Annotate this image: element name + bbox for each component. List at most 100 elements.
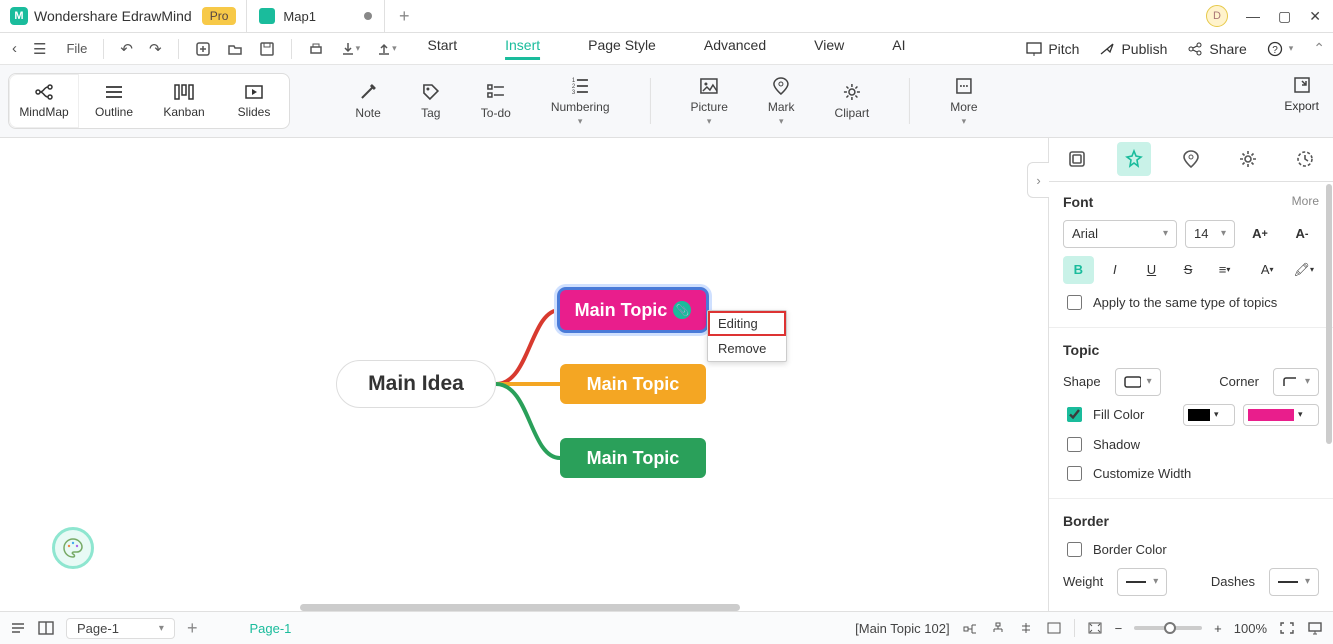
tool-note[interactable]: Note — [355, 82, 380, 120]
underline-button[interactable]: U — [1136, 256, 1167, 284]
outline-icon — [103, 83, 125, 101]
custom-width-checkbox[interactable]: Customize Width — [1063, 463, 1319, 484]
tab-document[interactable]: Map1 — [246, 0, 385, 32]
file-menu[interactable]: File — [62, 41, 91, 56]
shape-select[interactable]: ▾ — [1115, 368, 1161, 396]
fill-color-picker[interactable]: ▾ — [1243, 404, 1319, 426]
panel-tab-history[interactable] — [1288, 142, 1322, 176]
border-color-checkbox[interactable]: Border Color — [1063, 539, 1319, 560]
menu-page-style[interactable]: Page Style — [588, 37, 656, 60]
zoom-in-button[interactable]: + — [1214, 621, 1222, 636]
font-size-select[interactable]: 14▾ — [1185, 220, 1235, 248]
save-button[interactable] — [255, 41, 279, 57]
node-main-idea[interactable]: Main Idea — [336, 360, 496, 408]
collapse-ribbon-button[interactable]: ⌃ — [1313, 40, 1325, 57]
panel-collapse-button[interactable]: › — [1027, 162, 1049, 198]
pitch-button[interactable]: Pitch — [1026, 41, 1079, 57]
layout-2-icon[interactable] — [990, 621, 1006, 635]
page-tab[interactable]: Page-1 — [249, 621, 291, 636]
panel-tab-icon[interactable] — [1174, 142, 1208, 176]
print-button[interactable] — [304, 41, 328, 57]
publish-button[interactable]: Publish — [1099, 41, 1167, 57]
view-kanban[interactable]: Kanban — [149, 74, 219, 128]
font-family-select[interactable]: Arial▾ — [1063, 220, 1177, 248]
shadow-checkbox[interactable]: Shadow — [1063, 434, 1319, 455]
tool-mark[interactable]: Mark▾ — [768, 76, 795, 127]
menu-insert[interactable]: Insert — [505, 37, 540, 60]
theme-palette-button[interactable] — [52, 527, 94, 569]
align-button[interactable]: ≡ ▾ — [1209, 256, 1240, 284]
layout-1-icon[interactable] — [962, 621, 978, 635]
redo-button[interactable]: ↷ — [145, 40, 166, 58]
fullscreen-icon[interactable] — [1279, 621, 1295, 635]
tool-tag[interactable]: Tag — [421, 82, 441, 120]
outline-color-picker[interactable]: ▾ — [1183, 404, 1235, 426]
tool-picture[interactable]: Picture▾ — [691, 76, 728, 127]
view-outline[interactable]: Outline — [79, 74, 149, 128]
node-topic-2[interactable]: Main Topic — [560, 364, 706, 404]
fit-screen-icon[interactable] — [1087, 621, 1103, 635]
user-avatar[interactable]: D — [1206, 5, 1228, 27]
split-view-icon[interactable] — [38, 621, 54, 635]
presentation-icon[interactable] — [1307, 621, 1323, 635]
tool-todo[interactable]: To-do — [481, 82, 511, 120]
font-more-link[interactable]: More — [1292, 194, 1319, 210]
back-button[interactable]: ‹ — [8, 40, 21, 57]
panel-tab-ai[interactable] — [1117, 142, 1151, 176]
outline-toggle-icon[interactable] — [10, 621, 26, 635]
menu-view[interactable]: View — [814, 37, 844, 60]
highlight-button[interactable]: 🖍▾ — [1288, 256, 1319, 284]
export-dropdown[interactable]: ▾ — [336, 41, 365, 57]
menu-start[interactable]: Start — [428, 37, 458, 60]
view-mindmap[interactable]: MindMap — [9, 74, 79, 128]
new-tab-button[interactable]: + — [385, 6, 424, 27]
attachment-icon[interactable]: 📎 — [673, 301, 691, 319]
panel-tab-style[interactable] — [1060, 142, 1094, 176]
node-topic-3[interactable]: Main Topic — [560, 438, 706, 478]
strikethrough-button[interactable]: S — [1173, 256, 1204, 284]
apply-same-type-checkbox[interactable]: Apply to the same type of topics — [1063, 292, 1319, 313]
horizontal-scrollbar[interactable] — [300, 604, 740, 611]
add-page-button[interactable]: + — [187, 618, 198, 639]
weight-select[interactable]: ▾ — [1117, 568, 1167, 596]
tool-more[interactable]: More▾ — [950, 76, 977, 127]
panel-scrollbar[interactable] — [1326, 184, 1332, 444]
font-decrease-button[interactable]: A- — [1285, 220, 1319, 248]
export-button[interactable]: Export — [1284, 75, 1319, 113]
font-increase-button[interactable]: A+ — [1243, 220, 1277, 248]
hamburger-icon[interactable]: ☰ — [29, 40, 50, 58]
new-button[interactable] — [191, 41, 215, 57]
close-button[interactable]: ✕ — [1309, 8, 1321, 25]
bold-button[interactable]: B — [1063, 256, 1094, 284]
dashes-select[interactable]: ▾ — [1269, 568, 1319, 596]
menu-advanced[interactable]: Advanced — [704, 37, 766, 60]
fill-color-checkbox[interactable]: Fill Color ▾ ▾ — [1063, 404, 1319, 426]
minimize-button[interactable]: — — [1246, 8, 1260, 24]
corner-select[interactable]: ▾ — [1273, 368, 1319, 396]
menu-ai[interactable]: AI — [892, 37, 905, 60]
italic-button[interactable]: I — [1100, 256, 1131, 284]
panel-tab-settings[interactable] — [1231, 142, 1265, 176]
zoom-out-button[interactable]: − — [1115, 621, 1123, 636]
mindmap-icon — [33, 83, 55, 101]
import-dropdown[interactable]: ▾ — [372, 41, 401, 57]
font-color-button[interactable]: A▾ — [1252, 256, 1283, 284]
weight-label: Weight — [1063, 574, 1103, 589]
context-menu-editing[interactable]: Editing — [708, 311, 786, 336]
view-slides[interactable]: Slides — [219, 74, 289, 128]
maximize-button[interactable]: ▢ — [1278, 8, 1291, 25]
page-selector[interactable]: Page-1▾ — [66, 618, 175, 639]
context-menu-remove[interactable]: Remove — [708, 336, 786, 361]
layout-3-icon[interactable] — [1018, 621, 1034, 635]
tool-clipart[interactable]: Clipart — [835, 82, 870, 120]
share-button[interactable]: Share — [1187, 41, 1246, 57]
tab-app[interactable]: M Wondershare EdrawMind Pro — [0, 0, 246, 32]
zoom-slider[interactable] — [1134, 626, 1202, 630]
tool-numbering[interactable]: 123Numbering▾ — [551, 76, 610, 127]
open-button[interactable] — [223, 41, 247, 57]
canvas[interactable]: Main Idea Main Topic📎 Main Topic Main To… — [0, 138, 1048, 611]
layout-4-icon[interactable] — [1046, 621, 1062, 635]
undo-button[interactable]: ↶ — [116, 40, 137, 58]
help-button[interactable]: ?▾ — [1267, 41, 1294, 57]
node-topic-1[interactable]: Main Topic📎 — [560, 290, 706, 330]
